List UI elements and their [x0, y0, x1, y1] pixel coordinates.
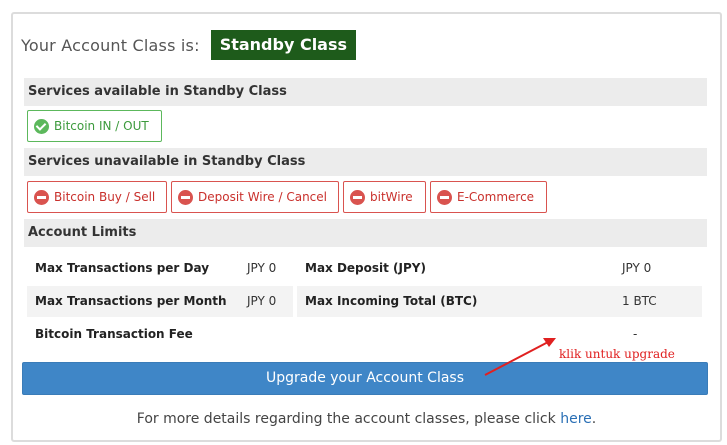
limit-value: JPY 0: [247, 261, 277, 275]
limit-value: JPY 0: [247, 294, 277, 308]
limit-value: 1 BTC: [622, 294, 657, 308]
footer-suffix: .: [591, 411, 597, 427]
account-class-row: Your Account Class is: Standby Class: [21, 30, 357, 60]
limit-label: Bitcoin Transaction Fee: [35, 327, 193, 341]
annotation-text: klik untuk upgrade: [559, 347, 675, 361]
account-class-label: Your Account Class is:: [21, 35, 200, 55]
account-limits-header: Account Limits: [24, 219, 707, 247]
limit-label: Max Deposit (JPY): [305, 261, 426, 275]
services-unavailable-header: Services unavailable in Standby Class: [24, 148, 707, 176]
limit-row-transactions-per-day: Max Transactions per Day JPY 0: [27, 253, 293, 284]
limit-label: Max Incoming Total (BTC): [305, 294, 478, 308]
service-chip-bitcoin-in-out[interactable]: Bitcoin IN / OUT: [27, 110, 162, 142]
service-chip-deposit-wire-cancel[interactable]: Deposit Wire / Cancel: [171, 181, 339, 213]
limit-value: JPY 0: [622, 261, 652, 275]
service-chip-label: bitWire: [370, 190, 413, 204]
service-chip-label: Deposit Wire / Cancel: [198, 190, 327, 204]
limit-row-transactions-per-month: Max Transactions per Month JPY 0: [27, 286, 293, 317]
minus-circle-icon: [437, 190, 452, 205]
services-available-header: Services available in Standby Class: [24, 78, 707, 106]
minus-circle-icon: [350, 190, 365, 205]
service-chip-label: Bitcoin IN / OUT: [54, 119, 149, 133]
limit-row-transaction-fee: Bitcoin Transaction Fee -: [27, 319, 702, 350]
limit-label: Max Transactions per Month: [35, 294, 227, 308]
service-chip-label: E-Commerce: [457, 190, 535, 204]
limit-value: -: [633, 327, 638, 341]
details-link[interactable]: here: [560, 411, 592, 427]
service-chip-e-commerce[interactable]: E-Commerce: [430, 181, 547, 213]
limit-label: Max Transactions per Day: [35, 261, 210, 275]
check-circle-icon: [34, 119, 49, 134]
account-class-panel: Your Account Class is: Standby Class Ser…: [11, 12, 722, 442]
footer-text: For more details regarding the account c…: [136, 411, 561, 427]
service-chip-label: Bitcoin Buy / Sell: [54, 190, 156, 204]
upgrade-account-class-button[interactable]: Upgrade your Account Class: [22, 362, 708, 395]
limit-row-max-deposit: Max Deposit (JPY) JPY 0: [297, 253, 702, 284]
account-class-badge: Standby Class: [210, 30, 357, 60]
minus-circle-icon: [178, 190, 193, 205]
service-chip-bitwire[interactable]: bitWire: [343, 181, 426, 213]
limit-row-max-incoming-total: Max Incoming Total (BTC) 1 BTC: [297, 286, 702, 317]
minus-circle-icon: [34, 190, 49, 205]
service-chip-bitcoin-buy-sell[interactable]: Bitcoin Buy / Sell: [27, 181, 167, 213]
footer-note: For more details regarding the account c…: [13, 411, 720, 427]
